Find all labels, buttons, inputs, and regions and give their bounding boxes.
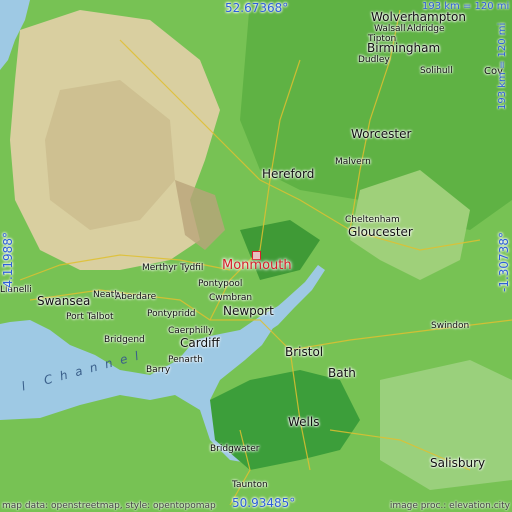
south-coordinate-label: 50.93485°	[232, 496, 296, 510]
place-label[interactable]: Swindon	[431, 321, 469, 332]
place-label[interactable]: Bristol	[285, 346, 323, 358]
place-label[interactable]: Solihull	[420, 66, 453, 77]
west-coordinate-label: -4.11988°	[1, 232, 15, 292]
map-credit-left: map data: openstreetmap, style: opentopo…	[2, 501, 216, 511]
salisbury-plain	[380, 360, 512, 490]
scale-vertical-label: 193 km = 120 mi	[497, 22, 508, 110]
place-label[interactable]: Merthyr Tydfil	[142, 263, 203, 274]
place-label[interactable]: Gloucester	[348, 226, 413, 238]
place-label[interactable]: Bridgend	[104, 335, 145, 346]
place-label[interactable]: Swansea	[37, 295, 90, 307]
place-label[interactable]: Dudley	[358, 55, 390, 66]
place-label[interactable]: Cardiff	[180, 337, 220, 349]
map-credit-right: image proc.: elevation.city	[389, 501, 510, 511]
place-label[interactable]: Bridgwater	[210, 444, 259, 455]
place-label[interactable]: Aberdare	[115, 292, 156, 303]
place-label[interactable]: Cwmbran	[209, 293, 252, 304]
place-label[interactable]: Hereford	[262, 168, 314, 180]
place-label[interactable]: Port Talbot	[66, 312, 113, 323]
place-label[interactable]: Salisbury	[430, 457, 485, 469]
place-label[interactable]: Birmingham	[367, 42, 440, 54]
selected-place-label[interactable]: Monmouth	[222, 259, 292, 272]
place-label[interactable]: Pontypridd	[147, 309, 196, 320]
place-label[interactable]: Bath	[328, 367, 356, 379]
place-label[interactable]: Penarth	[168, 355, 203, 366]
place-label[interactable]: Malvern	[335, 157, 371, 168]
scale-horizontal-label: 193 km = 120 mi	[422, 1, 510, 12]
north-coordinate-label: 52.67368°	[225, 1, 289, 15]
place-label[interactable]: Worcester	[351, 128, 411, 140]
place-label[interactable]: Wolverhampton	[371, 11, 466, 23]
place-label[interactable]: Wells	[288, 416, 319, 428]
place-label[interactable]: Taunton	[232, 480, 268, 491]
place-label[interactable]: Aldridge	[407, 24, 445, 35]
place-label[interactable]: Pontypool	[198, 279, 242, 290]
east-coordinate-label: -1.30738°	[497, 232, 511, 292]
place-label[interactable]: Newport	[223, 305, 274, 317]
topographic-map[interactable]: Wolverhampton Walsall Aldridge Tipton Bi…	[0, 0, 512, 512]
place-label[interactable]: Barry	[146, 365, 170, 376]
